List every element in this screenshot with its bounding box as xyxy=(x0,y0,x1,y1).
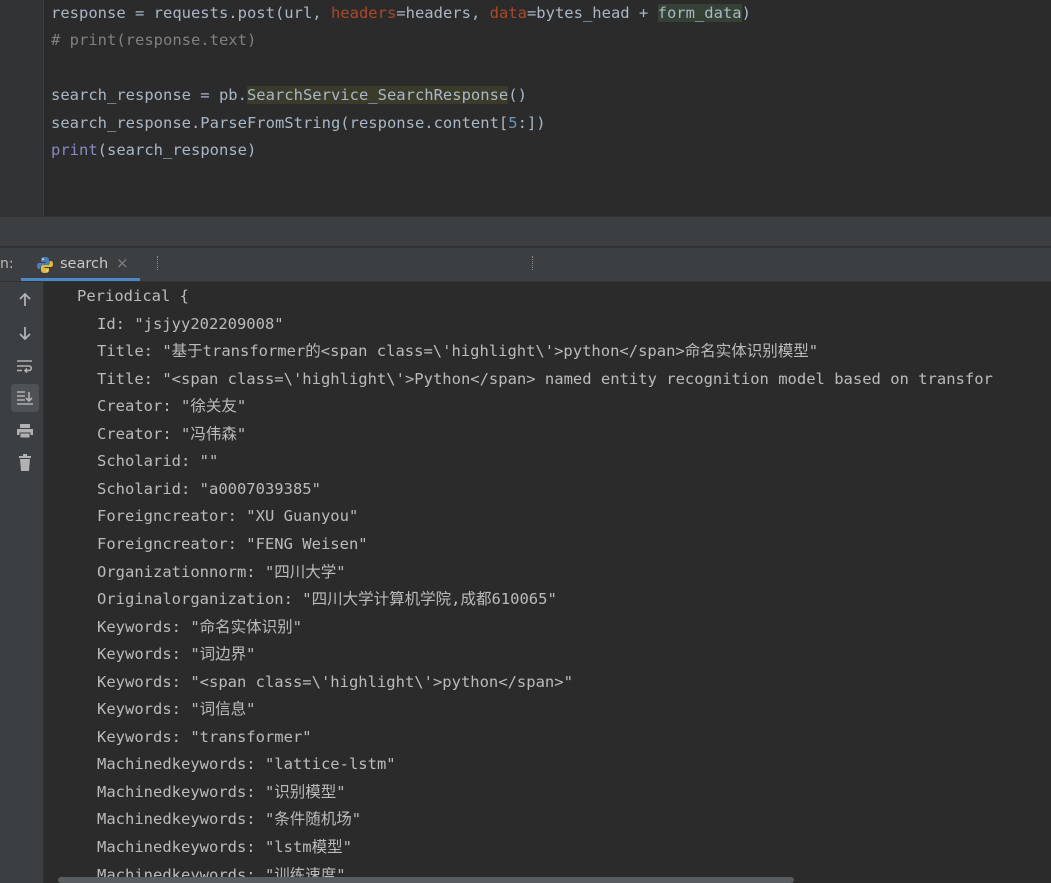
soft-wrap-button[interactable] xyxy=(11,352,39,380)
editor-status-strip xyxy=(0,216,1051,247)
console-line: Foreigncreator: "XU Guanyou" xyxy=(97,507,359,526)
clear-all-button[interactable] xyxy=(11,449,39,477)
code-token: =headers, xyxy=(396,4,490,22)
console-line: Creator: "徐关友" xyxy=(97,397,247,416)
tab-separator xyxy=(157,256,159,270)
tab-separator xyxy=(532,256,534,270)
console-line: Foreigncreator: "FENG Weisen" xyxy=(97,534,368,553)
tab-search[interactable]: search × xyxy=(21,248,140,281)
console-line: Creator: "冯伟森" xyxy=(97,424,247,443)
console-line: Title: "<span class=\'highlight\'>Python… xyxy=(97,369,993,388)
code-line: search_response = pb.SearchService_Searc… xyxy=(51,85,527,105)
console-line: Keywords: "词边界" xyxy=(97,645,256,664)
code-token: :]) xyxy=(517,113,546,132)
active-tab-indicator xyxy=(21,278,140,281)
soft-wrap-icon xyxy=(17,360,33,374)
code-token: # print(response.text) xyxy=(51,31,257,50)
close-icon[interactable]: × xyxy=(116,254,129,272)
console-line: Machinedkeywords: "lattice-lstm" xyxy=(97,755,396,774)
horizontal-scrollbar[interactable] xyxy=(58,877,794,883)
console-line: Title: "基于transformer的<span class=\'high… xyxy=(97,342,819,361)
console-line: Organizationnorm: "四川大学" xyxy=(97,562,346,581)
code-token: form_data xyxy=(657,4,742,22)
code-line: print(search_response) xyxy=(51,140,256,160)
code-token: print xyxy=(51,141,98,159)
run-tab-bar: n: search × xyxy=(0,248,1051,282)
code-token: () xyxy=(508,86,527,105)
print-button[interactable] xyxy=(11,417,39,445)
console-line: Keywords: "<span class=\'highlight\'>pyt… xyxy=(97,672,573,691)
scroll-to-end-icon xyxy=(17,391,33,405)
code-editor[interactable]: response = requests.post(url, headers=he… xyxy=(0,0,1051,216)
clear-all-icon xyxy=(19,454,31,471)
console-line: Machinedkeywords: "条件随机场" xyxy=(97,810,362,829)
print-icon xyxy=(17,424,33,439)
console-output[interactable]: Periodical { Id: "jsjyy202209008" Title: "… xyxy=(44,282,1051,883)
code-token: headers xyxy=(330,4,397,22)
editor-gutter xyxy=(0,0,44,216)
code-token: response = requests.post(url, xyxy=(51,4,331,22)
tab-search-label: search xyxy=(60,256,109,272)
code-token: SearchService_SearchResponse xyxy=(246,86,509,105)
console-line: Periodical { xyxy=(77,287,189,305)
python-icon xyxy=(37,257,53,273)
code-token: =bytes_head + xyxy=(526,4,658,22)
code-line: search_response.ParseFromString(response… xyxy=(51,113,546,133)
console-line: Scholarid: "a0007039385" xyxy=(97,479,321,498)
console-line: Keywords: "transformer" xyxy=(97,727,312,746)
code-token: search_response = pb. xyxy=(51,86,247,105)
scroll-up-button[interactable] xyxy=(11,286,39,314)
code-token: search_response.ParseFromString(response… xyxy=(51,113,509,132)
console-line: Originalorganization: "四川大学计算机学院,成都61006… xyxy=(97,590,557,609)
console-line: Keywords: "词信息" xyxy=(97,700,256,719)
run-toolbar xyxy=(0,282,44,883)
code-token: (search_response) xyxy=(97,141,257,159)
run-panel-label: n: xyxy=(0,256,14,272)
code-token: 5 xyxy=(508,113,518,132)
code-line: response = requests.post(url, headers=he… xyxy=(51,3,751,23)
code-line: # print(response.text) xyxy=(51,30,256,50)
console-line: Scholarid: "" xyxy=(97,452,219,471)
scroll-to-end-button[interactable] xyxy=(11,384,39,412)
code-token: ) xyxy=(741,4,751,22)
console-line: Machinedkeywords: "识别模型" xyxy=(97,782,346,801)
console-line: Keywords: "命名实体识别" xyxy=(97,617,302,636)
console-line: Id: "jsjyy202209008" xyxy=(97,314,284,333)
console-line: Machinedkeywords: "lstm模型" xyxy=(97,838,352,856)
scroll-down-button[interactable] xyxy=(11,319,39,347)
scroll-down-icon xyxy=(19,327,31,341)
code-token: data xyxy=(489,4,527,22)
scroll-up-icon xyxy=(19,292,31,306)
